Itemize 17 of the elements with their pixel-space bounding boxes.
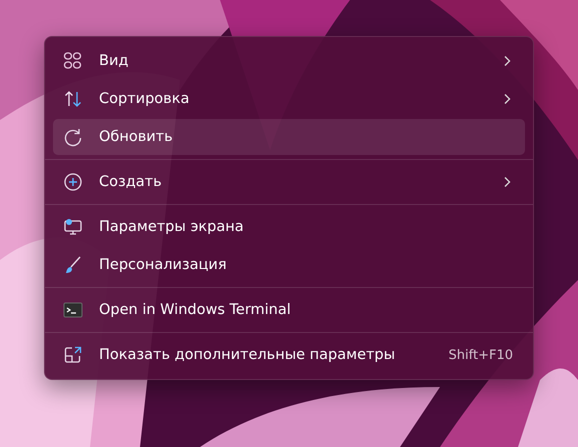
paintbrush-icon bbox=[63, 255, 83, 275]
shortcut-label: Shift+F10 bbox=[448, 348, 513, 362]
sort-arrows-icon bbox=[63, 89, 83, 109]
menu-item[interactable]: Вид bbox=[53, 43, 525, 79]
terminal-icon bbox=[63, 300, 83, 320]
menu-item[interactable]: Показать дополнительные параметры Shift+F10 bbox=[53, 337, 525, 373]
grid-icon bbox=[63, 51, 83, 71]
expand-window-icon bbox=[63, 345, 83, 365]
menu-item[interactable]: Персонализация bbox=[53, 247, 525, 283]
menu-item[interactable]: Создать bbox=[53, 164, 525, 200]
menu-item[interactable]: Обновить bbox=[53, 119, 525, 155]
monitor-gear-icon bbox=[63, 217, 83, 237]
refresh-icon bbox=[63, 127, 83, 147]
menu-item[interactable]: Open in Windows Terminal bbox=[53, 292, 525, 328]
menu-item[interactable]: Сортировка bbox=[53, 81, 525, 117]
plus-circle-icon bbox=[63, 172, 83, 192]
menu-item[interactable]: Параметры экрана bbox=[53, 209, 525, 245]
